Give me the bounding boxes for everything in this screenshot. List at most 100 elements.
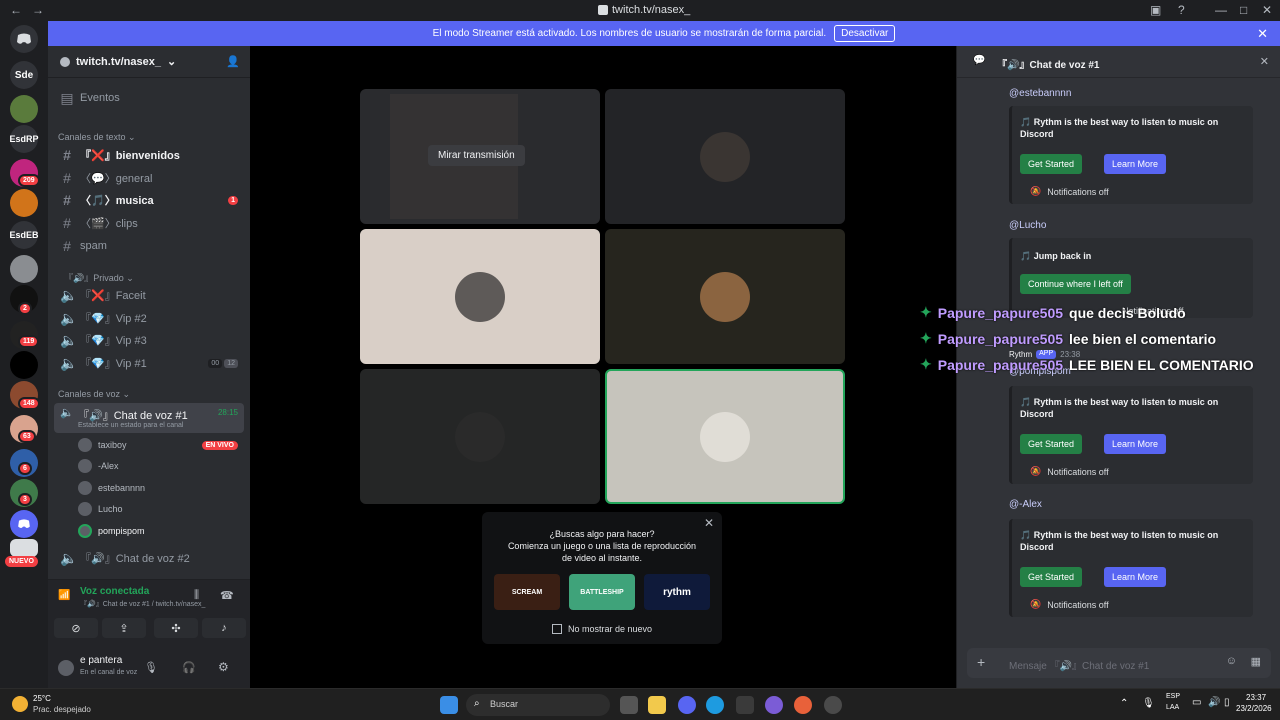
- user-mention[interactable]: @Lucho: [1009, 220, 1046, 231]
- stream-tile[interactable]: Mirar transmisión: [360, 89, 600, 224]
- participant-tile[interactable]: [605, 89, 845, 224]
- disable-streamer-button[interactable]: Desactivar: [834, 25, 896, 42]
- minimize-icon[interactable]: —: [1215, 3, 1227, 17]
- settings-icon[interactable]: ⚙: [218, 660, 229, 674]
- channel-vip2[interactable]: 🔈 『💎』Vip #2: [56, 308, 242, 328]
- message-input[interactable]: + Mensaje 『🔊』Chat de voz #1 ☺ ▦: [967, 648, 1271, 678]
- taskbar-search[interactable]: ⌕ Buscar: [466, 694, 610, 716]
- microphone-tray-icon[interactable]: 🎙: [1142, 698, 1155, 709]
- user-name[interactable]: e pantera: [80, 655, 122, 666]
- apps-icon[interactable]: ▦: [1251, 655, 1261, 668]
- voice-user[interactable]: -Alex: [78, 457, 238, 475]
- server-avatar-1[interactable]: [10, 95, 38, 123]
- user-mention[interactable]: @-Alex: [1009, 499, 1042, 510]
- voice-user[interactable]: taxiboy EN VIVO: [78, 436, 238, 454]
- voice-user[interactable]: Lucho: [78, 500, 238, 518]
- learn-more-button[interactable]: Learn More: [1104, 154, 1167, 174]
- volume-icon[interactable]: 🔊: [1208, 697, 1220, 708]
- voice-user[interactable]: pompispom: [78, 522, 238, 540]
- voice-user[interactable]: estebannnn: [78, 479, 238, 497]
- close-icon[interactable]: ✕: [1257, 26, 1268, 42]
- close-window-icon[interactable]: ✕: [1262, 3, 1272, 17]
- app-icon-3[interactable]: [824, 696, 842, 714]
- start-icon[interactable]: [440, 696, 458, 714]
- activities-button[interactable]: ✣: [154, 618, 198, 638]
- game-battleship[interactable]: BATTLESHIP: [569, 574, 635, 610]
- notifications-toggle[interactable]: 🔕 Notifications off: [1030, 599, 1109, 610]
- server-avatar-4[interactable]: [10, 255, 38, 283]
- participant-tile[interactable]: [605, 229, 845, 364]
- category-private[interactable]: 『🔊』Privado ⌄: [64, 271, 134, 284]
- discord-home-icon[interactable]: [10, 25, 38, 53]
- tray-chevron-icon[interactable]: ⌃: [1120, 698, 1128, 709]
- voice-location[interactable]: 『🔊』Chat de voz #1 / twitch.tv/nasex_: [80, 599, 205, 609]
- disconnect-icon[interactable]: ☎: [220, 589, 234, 602]
- network-icon[interactable]: ▭: [1192, 697, 1201, 708]
- server-esdrp[interactable]: EsdRP: [10, 125, 39, 153]
- game-scream[interactable]: SCREAM: [494, 574, 560, 610]
- invite-icon[interactable]: 👤: [226, 55, 240, 68]
- emoji-icon[interactable]: ☺: [1226, 655, 1237, 667]
- language-indicator[interactable]: ESP: [1166, 693, 1180, 700]
- server-avatar-3[interactable]: [10, 189, 38, 217]
- store-icon[interactable]: [736, 696, 754, 714]
- close-icon[interactable]: ✕: [1260, 55, 1269, 68]
- add-attachment-icon[interactable]: +: [977, 654, 985, 670]
- watch-stream-button[interactable]: Mirar transmisión: [428, 145, 525, 166]
- headphones-icon[interactable]: 🎧: [182, 661, 196, 674]
- file-explorer-icon[interactable]: [648, 696, 666, 714]
- discord-icon[interactable]: [10, 510, 38, 538]
- participant-tile[interactable]: [360, 369, 600, 504]
- events-item[interactable]: ▤ Eventos: [56, 88, 242, 108]
- channel-vip3[interactable]: 🔈 『💎』Vip #3: [56, 330, 242, 350]
- notifications-toggle[interactable]: 🔕 Notifications off: [1030, 466, 1109, 477]
- microphone-icon[interactable]: 🎙: [144, 661, 158, 674]
- weather-temp[interactable]: 25°C: [33, 694, 51, 703]
- game-rythm[interactable]: rythm: [644, 574, 710, 610]
- notifications-toggle[interactable]: 🔕 Notifications off: [1030, 186, 1109, 197]
- app-icon[interactable]: [765, 696, 783, 714]
- get-started-button[interactable]: Get Started: [1020, 434, 1083, 454]
- channel-faceit[interactable]: 🔈 『❌』Faceit: [56, 285, 242, 305]
- dont-show-checkbox[interactable]: No mostrar de nuevo: [552, 624, 652, 634]
- channel-vip1[interactable]: 🔈 『💎』Vip #1 00 12: [56, 353, 242, 373]
- screen-share-button[interactable]: ⇪: [102, 618, 146, 638]
- voice-channel-2[interactable]: 🔈 『🔊』Chat de voz #2: [56, 548, 242, 568]
- participant-tile[interactable]: [360, 229, 600, 364]
- learn-more-button[interactable]: Learn More: [1104, 567, 1167, 587]
- learn-more-button[interactable]: Learn More: [1104, 434, 1167, 454]
- maximize-icon[interactable]: □: [1240, 3, 1247, 17]
- app-icon-2[interactable]: [794, 696, 812, 714]
- avatar[interactable]: [58, 660, 74, 676]
- participant-tile-speaking[interactable]: [605, 369, 845, 504]
- category-text-channels[interactable]: Canales de texto ⌄: [58, 132, 136, 143]
- server-avatar-12[interactable]: [10, 539, 38, 557]
- channel-clips[interactable]: # 〈🎬〉clips: [56, 213, 242, 233]
- continue-button[interactable]: Continue where I left off: [1020, 274, 1131, 294]
- discord-taskbar-icon[interactable]: [678, 696, 696, 714]
- channel-bienvenidos[interactable]: # 『❌』bienvenidos: [56, 145, 242, 165]
- clock-time[interactable]: 23:37: [1246, 693, 1266, 702]
- noise-suppression-icon[interactable]: ⫼: [194, 589, 199, 602]
- back-arrow-icon[interactable]: ←: [10, 3, 22, 17]
- get-started-button[interactable]: Get Started: [1020, 567, 1083, 587]
- help-icon[interactable]: ?: [1178, 3, 1185, 17]
- channel-spam[interactable]: # spam: [56, 236, 242, 256]
- category-voice[interactable]: Canales de voz ⌄: [58, 389, 130, 400]
- soundboard-button[interactable]: ♪: [202, 618, 246, 638]
- channel-general[interactable]: # 〈💬〉general: [56, 168, 242, 188]
- channel-musica[interactable]: # 〈🎵〉musica 1: [56, 190, 242, 210]
- server-sde[interactable]: Sde: [10, 61, 38, 89]
- weather-icon[interactable]: [12, 696, 28, 712]
- edge-icon[interactable]: [706, 696, 724, 714]
- get-started-button[interactable]: Get Started: [1020, 154, 1083, 174]
- server-avatar-7[interactable]: [10, 351, 38, 379]
- camera-off-button[interactable]: ⊘: [54, 618, 98, 638]
- battery-icon[interactable]: ▯: [1224, 697, 1230, 708]
- voice-channel-active[interactable]: 🔈 『🔊』Chat de voz #1 28:15 Establece un e…: [54, 403, 244, 433]
- forward-arrow-icon[interactable]: →: [32, 3, 44, 17]
- task-view-icon[interactable]: [620, 696, 638, 714]
- server-esdeb[interactable]: EsdEB: [10, 221, 39, 249]
- user-mention[interactable]: @estebannnn: [1009, 88, 1071, 99]
- inbox-icon[interactable]: ▣: [1150, 3, 1161, 17]
